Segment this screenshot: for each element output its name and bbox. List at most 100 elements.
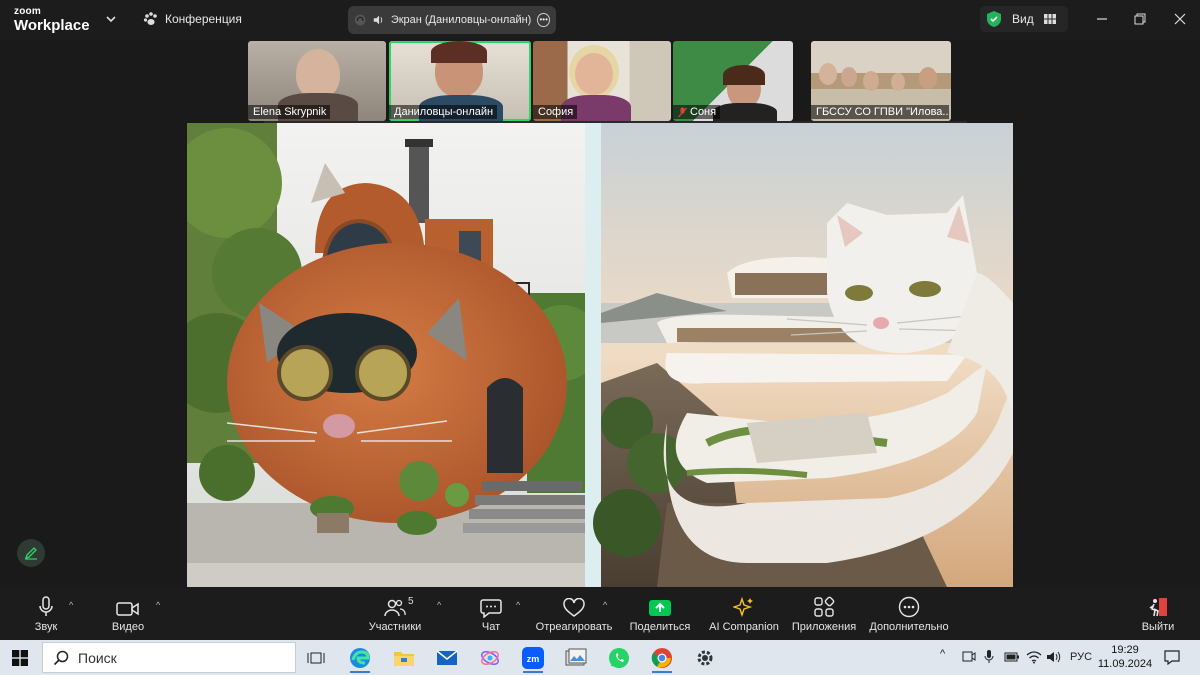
participants-button[interactable]: Участники <box>364 588 426 640</box>
search-placeholder: Поиск <box>78 649 117 666</box>
logo-small-text: zoom <box>14 6 41 17</box>
clock-date: 11.09.2024 <box>1097 658 1153 670</box>
leave-button[interactable]: Выйти <box>1138 588 1178 640</box>
zoom-logo: zoom Workplace <box>14 6 90 34</box>
mic-muted-icon <box>678 107 687 117</box>
battery-icon[interactable] <box>1004 651 1020 663</box>
microphone-tray-icon[interactable] <box>984 650 994 664</box>
zoom-icon: zm <box>522 647 544 669</box>
chat-label: Чат <box>481 621 501 633</box>
volume-icon[interactable] <box>1046 650 1062 664</box>
windows-start-icon[interactable] <box>12 650 28 666</box>
participant-tile-active[interactable]: Даниловцы-онлайн <box>389 41 531 121</box>
participant-tile[interactable]: ГБССУ СО ГПВИ "Илова... <box>811 41 951 121</box>
taskbar-search-box[interactable]: Поиск <box>42 642 296 673</box>
notifications-icon[interactable] <box>1164 649 1180 665</box>
restore-icon[interactable] <box>1130 10 1150 28</box>
whatsapp-icon <box>609 648 629 668</box>
screen-share-indicator[interactable]: Экран (Даниловцы-онлайн) ••• <box>348 6 556 34</box>
participant-name: Соня <box>673 105 721 119</box>
meeting-info-button[interactable]: Конференция <box>143 11 242 27</box>
pencil-icon <box>24 547 37 560</box>
react-label: Отреагировать <box>535 621 613 633</box>
meeting-label: Конференция <box>165 12 242 26</box>
taskbar-zoom[interactable]: zm <box>515 643 551 673</box>
react-options-caret[interactable]: ^ <box>603 600 607 610</box>
more-icon <box>898 596 920 618</box>
language-indicator[interactable]: РУС <box>1070 651 1092 663</box>
participant-name: София <box>533 105 578 119</box>
grid-view-icon <box>1043 14 1056 24</box>
title-bar: zoom Workplace Конференция Экран (Данило… <box>0 0 1200 40</box>
shield-icon <box>987 11 1001 27</box>
tray-expand-chevron-icon[interactable]: ^ <box>940 648 945 660</box>
chrome-icon <box>651 648 672 668</box>
audio-options-caret[interactable]: ^ <box>69 600 73 610</box>
video-options-caret[interactable]: ^ <box>156 600 160 610</box>
participant-name: ГБССУ СО ГПВИ "Илова... <box>811 105 949 119</box>
minimize-icon[interactable] <box>1092 10 1112 28</box>
gear-icon <box>697 650 713 666</box>
headphones-icon <box>354 14 366 26</box>
more-options-icon[interactable]: ••• <box>537 13 550 27</box>
speaker-icon <box>374 15 383 25</box>
ai-companion-button[interactable]: AI Companion <box>706 588 782 640</box>
share-screen-icon <box>649 600 671 616</box>
participant-tile[interactable]: Соня <box>673 41 793 121</box>
folder-icon <box>394 652 414 666</box>
meet-now-icon[interactable] <box>962 650 976 664</box>
participant-name: Elena Skrypnik <box>248 105 331 119</box>
meeting-toolbar: Звук ^ Видео ^ Участники 5 ^ Чат ^ Отреа… <box>0 588 1200 640</box>
taskbar-settings[interactable] <box>687 643 723 673</box>
taskbar-photos[interactable] <box>558 643 594 673</box>
participants-options-caret[interactable]: ^ <box>437 600 441 610</box>
taskbar-clock[interactable]: 19:29 11.09.2024 <box>1096 643 1154 671</box>
video-camera-icon <box>116 602 139 616</box>
chat-button[interactable]: Чат <box>476 588 506 640</box>
mail-icon <box>436 650 458 665</box>
chevron-down-icon[interactable] <box>104 12 118 26</box>
taskbar-app[interactable] <box>472 643 508 673</box>
paw-icon <box>143 12 157 25</box>
participant-body <box>713 103 777 121</box>
apps-button[interactable]: Приложения <box>790 588 858 640</box>
participant-hair <box>723 65 765 85</box>
heart-icon <box>563 598 585 617</box>
react-button[interactable]: Отреагировать <box>534 588 614 640</box>
search-icon <box>53 650 69 665</box>
taskbar-mail[interactable] <box>429 643 465 673</box>
apps-label: Приложения <box>791 621 857 633</box>
share-button[interactable]: Поделиться <box>628 588 692 640</box>
participant-face <box>891 73 905 91</box>
participant-name: Даниловцы-онлайн <box>389 105 498 119</box>
audio-label: Звук <box>34 621 58 633</box>
taskbar-edge[interactable] <box>342 643 378 673</box>
participant-tile[interactable]: София <box>533 41 671 121</box>
taskbar-chrome[interactable] <box>644 643 680 673</box>
photos-icon <box>565 648 587 666</box>
participant-tile[interactable]: Elena Skrypnik <box>248 41 386 121</box>
view-button[interactable]: Вид <box>980 6 1068 32</box>
wifi-icon[interactable] <box>1026 650 1042 664</box>
task-view-icon <box>307 652 325 664</box>
view-label: Вид <box>1012 12 1034 26</box>
svg-text:zm: zm <box>527 654 540 664</box>
microphone-icon <box>39 596 53 616</box>
participant-face <box>819 63 837 85</box>
ai-companion-label: AI Companion <box>709 621 779 633</box>
leave-icon <box>1149 598 1167 617</box>
chat-icon <box>480 599 502 618</box>
close-icon[interactable] <box>1170 10 1190 28</box>
video-label: Видео <box>111 621 145 633</box>
audio-button[interactable]: Звук <box>28 588 64 640</box>
annotate-button[interactable] <box>17 539 45 567</box>
taskbar-explorer[interactable] <box>386 643 422 673</box>
video-button[interactable]: Видео <box>108 588 148 640</box>
participant-face <box>296 49 340 99</box>
chat-options-caret[interactable]: ^ <box>516 600 520 610</box>
taskbar-whatsapp[interactable] <box>601 643 637 673</box>
task-view-button[interactable] <box>298 643 334 673</box>
more-button[interactable]: Дополнительно <box>866 588 952 640</box>
more-label: Дополнительно <box>869 621 949 633</box>
shared-screen[interactable] <box>187 123 1013 587</box>
